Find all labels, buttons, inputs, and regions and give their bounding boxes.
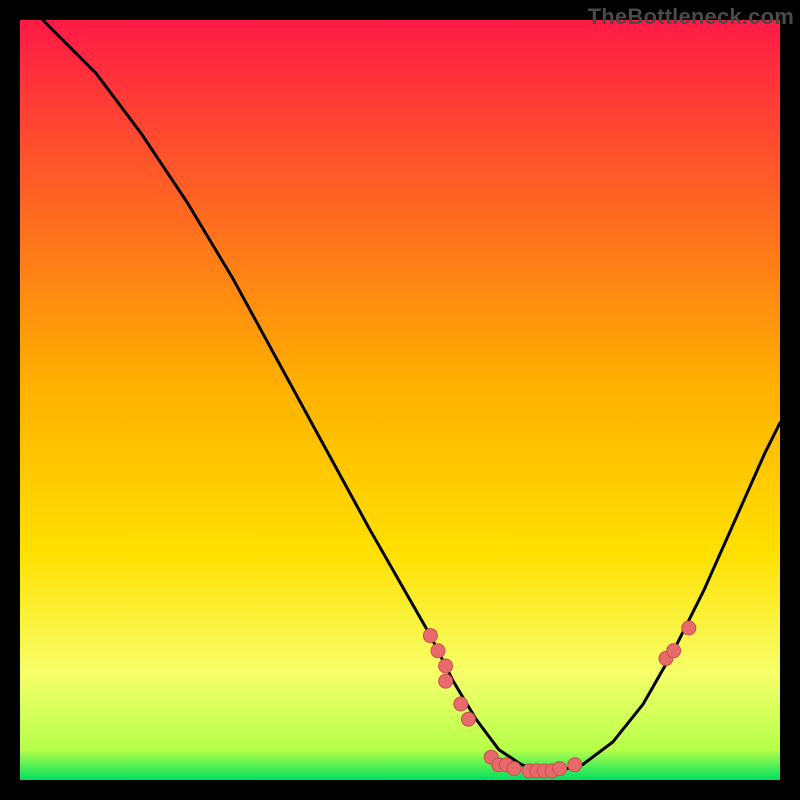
data-marker (439, 674, 453, 688)
bottleneck-curve-plot (20, 20, 780, 780)
attribution-watermark: TheBottleneck.com (588, 4, 794, 30)
chart-frame (20, 20, 780, 780)
data-marker (461, 712, 475, 726)
data-marker (553, 762, 567, 776)
data-marker (439, 659, 453, 673)
data-marker (568, 758, 582, 772)
data-marker (454, 697, 468, 711)
data-marker (507, 762, 521, 776)
data-marker (667, 644, 681, 658)
data-marker (431, 644, 445, 658)
data-marker (423, 629, 437, 643)
data-marker (682, 621, 696, 635)
